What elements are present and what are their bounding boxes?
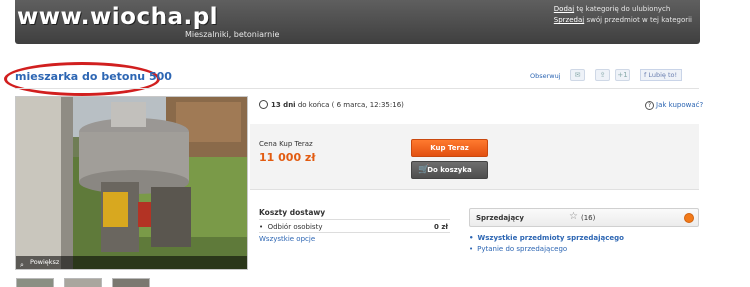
sell-text: swój przedmiot w tej kategorii [586,16,692,24]
listing-title: mieszarka do betonu 500 [15,70,172,83]
facebook-like-button[interactable]: f Lubię to! [640,69,682,81]
seller-box: Sprzedający ☆ (16) [469,208,699,227]
shipping-divider [259,219,450,220]
buy-now-button[interactable]: Kup Teraz [411,139,488,157]
how-to-buy-label: Jak kupować? [656,101,704,109]
title-divider [15,88,699,89]
add-to-cart-label: Do koszyka [427,166,472,174]
star-icon: ☆ [569,211,578,222]
price: 11 000 zł [259,151,316,164]
thumbnail-2[interactable] [64,278,102,287]
add-favourite-link[interactable]: Dodaj [554,5,574,13]
seller-all-items-label: Wszystkie przedmioty sprzedającego [477,234,624,242]
zoom-bar[interactable]: ⌕ Powiększ [16,256,247,269]
help-icon: ? [645,101,654,110]
top-header-bar: www.wiocha.pl Mieszalniki, betoniarnie D… [15,0,700,44]
category-label: Mieszalniki, betoniarnie [185,30,280,39]
ask-seller-link[interactable]: • Pytanie do sprzedającego [469,245,567,253]
email-icon[interactable]: ✉ [570,69,585,81]
shipping-title: Koszty dostawy [259,208,326,217]
seller-label: Sprzedający [476,214,524,222]
ask-seller-label: Pytanie do sprzedającego [477,245,568,253]
add-to-cart-button[interactable]: 🛒 Do koszyka [411,161,488,179]
mixer-image [16,97,247,269]
thumbnail-1[interactable] [16,278,54,287]
time-left-row: 13 dni do końca ( 6 marca, 12:35:16) [259,100,404,109]
cart-icon: 🛒 [418,165,430,175]
sell-link[interactable]: Sprzedaj [554,16,584,24]
product-photo[interactable]: ⌕ Powiększ [15,96,248,270]
header-links: Dodaj tę kategorię do ulubionych Sprzeda… [554,4,692,26]
bullet: • [469,245,474,253]
share-icon[interactable]: ⇪ [595,69,610,81]
clock-icon [259,100,268,109]
thumbnail-3[interactable] [112,278,150,287]
observe-link[interactable]: Obserwuj [530,72,561,84]
buy-box: Cena Kup Teraz 11 000 zł Kup Teraz 🛒 Do … [250,124,699,190]
magnifier-icon: ⌕ [20,261,24,269]
shipping-divider-bottom [259,232,450,233]
add-favourite-text: tę kategorię do ulubionych [576,5,671,13]
all-shipping-options-link[interactable]: Wszystkie opcje [259,235,315,243]
bullet: • [259,223,268,231]
like-label: Lubię to! [648,71,678,79]
time-left-days: 13 dni [271,101,296,109]
gplus-button[interactable]: +1 [615,69,630,81]
site-logo: www.wiocha.pl [17,4,219,30]
shipping-row: • Odbiór osobisty 0 zł [259,223,450,231]
shipping-amount: 0 zł [434,223,448,231]
seller-badge-icon [684,213,694,223]
how-to-buy-link[interactable]: ? Jak kupować? [645,101,703,110]
time-left-end: do końca ( 6 marca, 12:35:16) [297,101,404,109]
add-favourite-row: Dodaj tę kategorię do ulubionych [554,4,692,15]
buy-now-price-label: Cena Kup Teraz [259,140,313,148]
sell-row: Sprzedaj swój przedmiot w tej kategorii [554,15,692,26]
shipping-method: Odbiór osobisty [267,223,323,231]
zoom-label: Powiększ [30,258,60,266]
bullet: • [469,234,474,242]
seller-all-items-link[interactable]: • Wszystkie przedmioty sprzedającego [469,234,624,242]
seller-rating[interactable]: (16) [581,214,595,222]
